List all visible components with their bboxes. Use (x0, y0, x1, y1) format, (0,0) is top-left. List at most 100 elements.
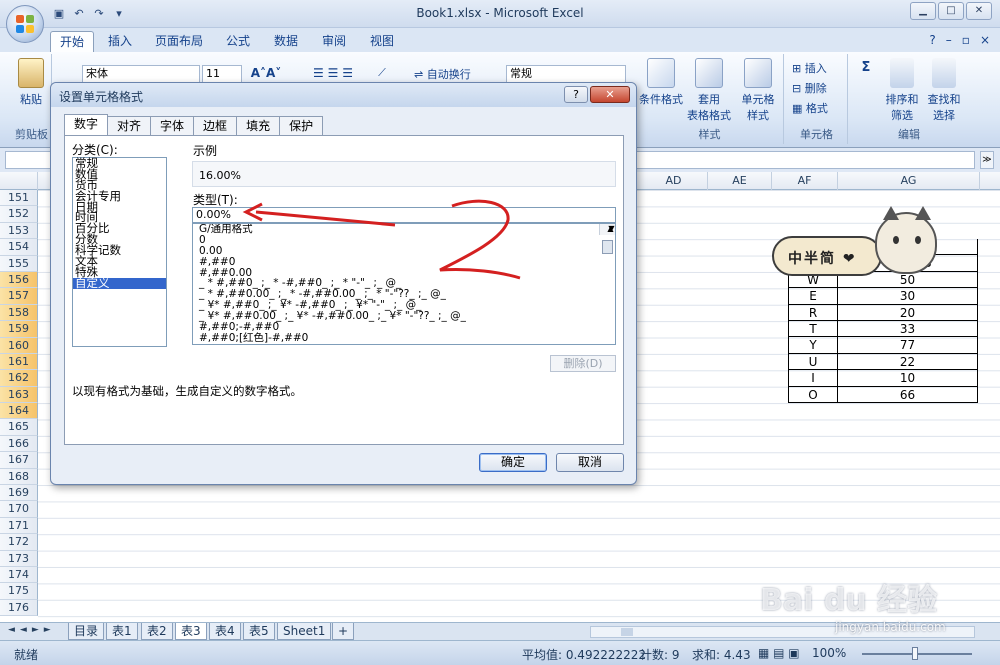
table-key-cell[interactable]: E (788, 288, 838, 305)
ribbon-minimize-icon[interactable]: – (946, 33, 952, 47)
tab-home[interactable]: 开始 (50, 31, 94, 52)
row-header[interactable]: 174 (0, 566, 38, 584)
table-value-cell[interactable]: 22 (838, 353, 978, 371)
table-key-cell[interactable]: O (788, 386, 838, 403)
table-key-cell[interactable]: T (788, 321, 838, 338)
dialog-tab-number[interactable]: 数字 (64, 114, 109, 136)
category-item[interactable]: 自定义 (73, 277, 166, 289)
row-header[interactable]: 170 (0, 501, 38, 518)
cancel-button[interactable]: 取消 (556, 453, 624, 472)
expand-formula-icon[interactable]: ≫ (980, 151, 994, 169)
zoom-level[interactable]: 100% (812, 646, 846, 660)
category-list[interactable]: 常规 数值 货币 会计专用 日期 时间 百分比 分数 科学记数 文本 特殊 自定义 (72, 157, 167, 347)
orientation-icon[interactable]: ⟋ (372, 66, 392, 80)
table-value-cell[interactable]: 20 (838, 304, 978, 321)
ribbon-restore-icon[interactable]: ▫ (962, 33, 970, 47)
column-header[interactable]: AG (838, 172, 980, 190)
new-sheet-icon[interactable]: + (332, 623, 354, 640)
tab-insert[interactable]: 插入 (100, 31, 140, 52)
scroll-thumb[interactable] (621, 628, 633, 636)
row-header[interactable]: 169 (0, 485, 38, 502)
column-header[interactable]: AF (772, 172, 838, 190)
dialog-tab-protection[interactable]: 保护 (279, 116, 324, 136)
dialog-tab-font[interactable]: 字体 (150, 116, 195, 136)
office-button[interactable] (6, 5, 44, 43)
format-item[interactable]: 0.00 (196, 245, 615, 257)
row-header[interactable]: 154 (0, 239, 38, 256)
row-header[interactable]: 160 (0, 337, 38, 354)
format-item[interactable]: 0 (196, 234, 615, 246)
format-list[interactable]: G/通用格式 0 0.00 #,##0 #,##0.00 _ * #,##0_ ;_ * … (192, 223, 616, 345)
dialog-help-button[interactable]: ? (564, 86, 588, 103)
row-header[interactable]: 162 (0, 370, 38, 387)
row-header[interactable]: 167 (0, 452, 38, 469)
font-size-box[interactable]: 11 (202, 65, 242, 83)
row-header[interactable]: 168 (0, 468, 38, 486)
row-header[interactable]: 155 (0, 255, 38, 272)
number-format-box[interactable]: 常规 (506, 65, 626, 83)
format-item[interactable]: #,##0 (196, 256, 615, 268)
sheet-nav-icons[interactable]: ◄◄►► (8, 625, 56, 635)
restore-button[interactable]: □ (938, 2, 964, 20)
dialog-tab-border[interactable]: 边框 (193, 116, 238, 136)
table-value-cell[interactable]: 33 (838, 321, 978, 338)
dialog-close-button[interactable]: ✕ (590, 86, 630, 103)
align-buttons[interactable]: ☰ ☰ ☰ (300, 66, 366, 80)
table-value-cell[interactable]: 10 (838, 370, 978, 387)
sheet-tab[interactable]: 表5 (243, 623, 275, 640)
row-header[interactable]: 164 (0, 403, 38, 420)
format-table-button[interactable]: 套用 表格格式 (686, 58, 732, 123)
sheet-tab[interactable]: 表1 (106, 623, 138, 640)
row-header[interactable]: 152 (0, 206, 38, 223)
row-header[interactable]: 163 (0, 386, 38, 404)
select-all-corner[interactable] (0, 172, 38, 190)
autosum-icon[interactable]: Σ (856, 60, 876, 75)
conditional-format-button[interactable]: 条件格式 (638, 58, 684, 107)
format-item[interactable]: G/通用格式 (196, 224, 615, 235)
tab-view[interactable]: 视图 (362, 31, 402, 52)
table-key-cell[interactable]: U (788, 353, 838, 371)
format-cells-button[interactable]: ▦ 格式 (792, 100, 844, 116)
find-select-button[interactable]: 查找和 选择 (924, 58, 964, 123)
row-header[interactable]: 173 (0, 550, 38, 567)
row-header[interactable]: 158 (0, 304, 38, 322)
type-input[interactable]: 0.00% (192, 207, 616, 223)
wrap-text-button[interactable]: ⇌ 自动换行 (414, 66, 484, 82)
row-header[interactable]: 171 (0, 517, 38, 535)
table-value-cell[interactable]: 77 (838, 337, 978, 354)
tab-data[interactable]: 数据 (266, 31, 306, 52)
insert-cells-button[interactable]: ⊞ 插入 (792, 60, 844, 76)
row-header[interactable]: 175 (0, 583, 38, 600)
delete-format-button[interactable]: 删除(D) (550, 355, 616, 372)
scroll-thumb[interactable] (602, 240, 613, 254)
help-icon[interactable]: ? (929, 33, 935, 47)
scroll-down-icon[interactable]: ▼ (603, 224, 615, 235)
sheet-tab[interactable]: Sheet1 (277, 623, 332, 640)
sheet-tab[interactable]: 表2 (141, 623, 173, 640)
tab-review[interactable]: 审阅 (314, 31, 354, 52)
table-key-cell[interactable]: Y (788, 337, 838, 354)
delete-cells-button[interactable]: ⊟ 删除 (792, 80, 844, 96)
tab-page-layout[interactable]: 页面布局 (148, 31, 210, 52)
format-list-scrollbar[interactable]: ▲ ▼ (599, 224, 615, 254)
tab-formulas[interactable]: 公式 (218, 31, 258, 52)
paste-button[interactable]: 粘贴 (12, 58, 50, 107)
view-mode-icons[interactable]: ▦ ▤ ▣ (758, 646, 800, 660)
font-name-box[interactable]: 宋体 (82, 65, 200, 83)
sheet-tab[interactable]: 目录 (68, 623, 105, 640)
zoom-slider-thumb[interactable] (912, 647, 918, 660)
row-header[interactable]: 166 (0, 435, 38, 453)
table-value-cell[interactable]: 66 (838, 386, 978, 403)
row-header[interactable]: 151 (0, 190, 38, 207)
dialog-tab-fill[interactable]: 填充 (236, 116, 281, 136)
row-header[interactable]: 159 (0, 321, 38, 338)
row-header[interactable]: 161 (0, 353, 38, 371)
table-key-cell[interactable]: R (788, 304, 838, 321)
column-header[interactable]: AD (640, 172, 708, 190)
row-header[interactable]: 165 (0, 419, 38, 436)
format-item[interactable]: #,##0;[红色]-#,##0 (196, 333, 615, 344)
table-key-cell[interactable]: I (788, 370, 838, 387)
row-header[interactable]: 157 (0, 288, 38, 305)
row-header[interactable]: 172 (0, 534, 38, 551)
cell-style-button[interactable]: 单元格 样式 (734, 58, 782, 123)
